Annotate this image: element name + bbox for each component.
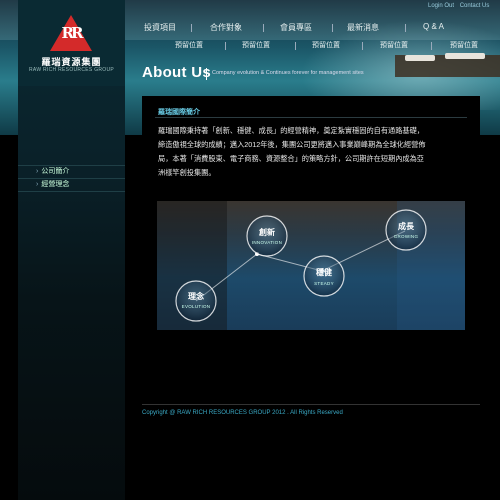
nav-item-members[interactable]: 會員專區 [280,22,312,33]
nav-divider [191,24,192,32]
nav-item-news[interactable]: 最新消息 [347,22,379,33]
subnav-divider [431,42,432,50]
node-innovation: 創新 INNOVATION [246,215,288,257]
hero-lounger [445,53,485,59]
node-evolution-en: EVOLUTION [182,304,211,309]
subnav-divider [295,42,296,50]
logout-link[interactable]: Login Out [428,3,454,9]
subnav-item[interactable]: 預留位置 [175,40,203,50]
section-divider [155,117,467,118]
hero-lounger [405,55,435,61]
nav-divider [263,24,264,32]
philosophy-diagram: 創新 INNOVATION 穩健 STEADY 成長 GROWING 理念 EV… [157,201,465,330]
page-title: About Us [142,64,212,81]
subnav-item[interactable]: 預留位置 [242,40,270,50]
node-innovation-en: INNOVATION [252,240,282,245]
subnav-divider [362,42,363,50]
copyright-text: Copyright @ RAW RICH RESOURCES GROUP 201… [142,410,343,416]
main-nav: 投資項目 合作對象 會員專區 最新消息 Q & A [125,22,500,36]
side-menu: 公司簡介 經營理念 [18,165,125,192]
subnav-divider [225,42,226,50]
section-title: 羅瑞國際簡介 [158,109,200,116]
nav-divider [332,24,333,32]
utility-links: Login Out Contact Us [428,3,493,9]
nav-item-partners[interactable]: 合作對象 [210,22,242,33]
nav-divider [405,24,406,32]
intro-paragraph-line: 局，本著「消費股東、電子商務、資源整合」的策略方針，公司期許在短期內成為亞 [158,154,424,163]
logo[interactable]: RR 羅瑞資源集團 RAW RICH RESOURCES GROUP [18,0,125,86]
node-growing-cn: 成長 [398,221,415,231]
node-growing-en: GROWING [394,234,419,239]
node-growing: 成長 GROWING [385,209,427,251]
logo-text-en: RAW RICH RESOURCES GROUP [28,67,115,73]
node-innovation-cn: 創新 [258,227,275,237]
left-column: RR 羅瑞資源集團 RAW RICH RESOURCES GROUP [18,0,125,500]
node-steady-cn: 穩健 [315,267,332,277]
intro-paragraph-line: 締造傲視全球的成績；邁入2012年後，集團公司更將邁入事業巔峰期為全球化經營佈 [158,140,426,149]
nav-item-qa[interactable]: Q & A [423,22,444,31]
subnav-item[interactable]: 預留位置 [450,40,478,50]
page-subtitle: Company evolution & Continues forever fo… [212,70,364,76]
node-steady-en: STEADY [314,281,334,286]
subnav-item[interactable]: 預留位置 [380,40,408,50]
node-evolution: 理念 EVOLUTION [175,280,217,322]
nav-item-investment[interactable]: 投資項目 [144,22,176,33]
side-item-company-profile[interactable]: 公司簡介 [18,165,125,179]
subnav-item[interactable]: 預留位置 [312,40,340,50]
footer-divider [142,404,480,405]
logo-mark: RR [61,24,84,42]
intro-paragraph-line: 羅瑞國際秉持著「創新、穩健、成長」的經營精神，奠定紮實穩固的自有通路基礎， [158,126,424,135]
sub-nav: 預留位置 預留位置 預留位置 預留位置 預留位置 [125,40,500,53]
node-evolution-cn: 理念 [188,291,204,301]
title-divider [206,68,207,80]
intro-paragraph-line: 洲樣竿創投集團。 [158,168,216,177]
contact-link[interactable]: Contact Us [460,3,490,9]
node-steady: 穩健 STEADY [303,255,345,297]
side-item-philosophy[interactable]: 經營理念 [18,179,125,192]
